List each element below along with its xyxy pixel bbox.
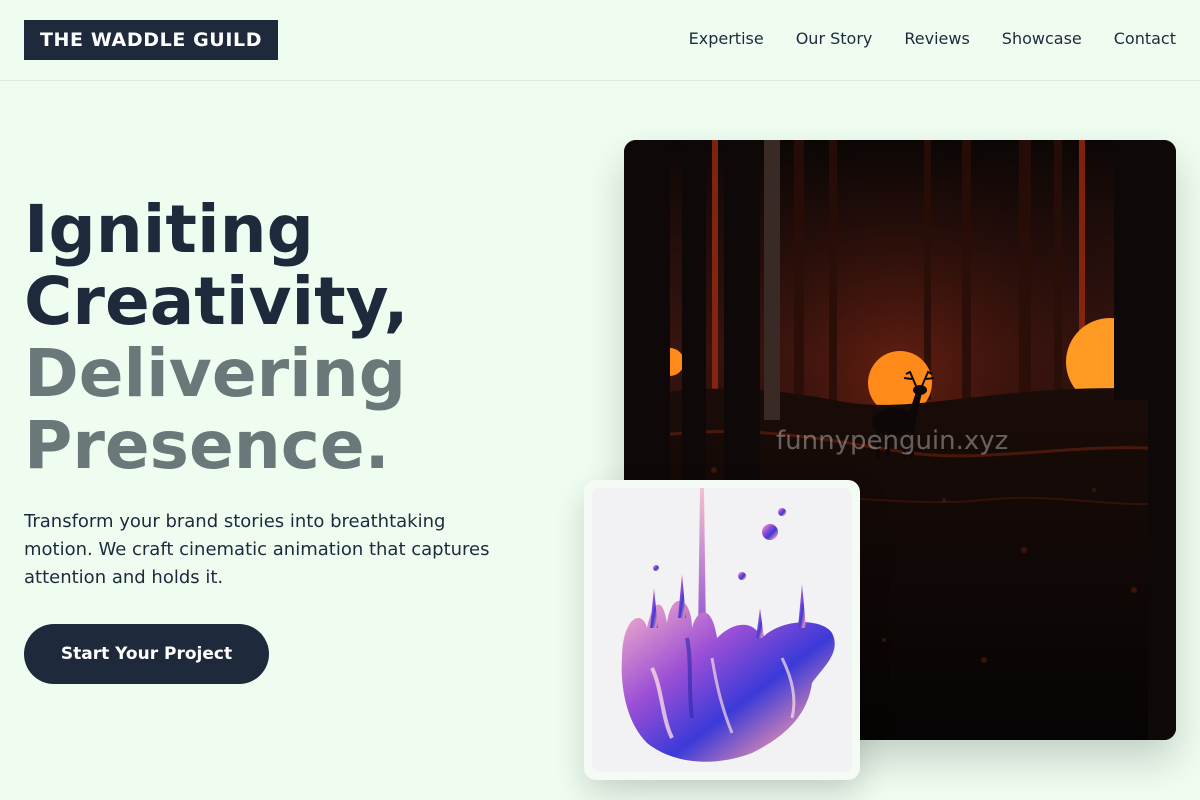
site-header: THE WADDLE GUILD Expertise Our Story Rev… (0, 0, 1200, 81)
hero-title-line-4: Presence. (24, 407, 390, 484)
nav-link-reviews[interactable]: Reviews (904, 28, 969, 50)
hero-title-line-1: Igniting (24, 191, 314, 268)
start-project-button[interactable]: Start Your Project (24, 624, 269, 684)
nav-link-showcase[interactable]: Showcase (1002, 28, 1082, 50)
hero-title-line-2: Creativity, (24, 263, 409, 340)
hero-title-line-3: Delivering (24, 335, 406, 412)
nav-link-our-story[interactable]: Our Story (796, 28, 873, 50)
liquid-sculpture-image (592, 488, 852, 772)
hero-title: Igniting Creativity, Delivering Presence… (24, 194, 409, 482)
liquid-sculpture-card (584, 480, 860, 780)
brand-logo[interactable]: THE WADDLE GUILD (24, 20, 279, 60)
nav-link-expertise[interactable]: Expertise (689, 28, 764, 50)
nav-link-contact[interactable]: Contact (1114, 28, 1176, 50)
hero-subtitle: Transform your brand stories into breath… (24, 511, 490, 588)
main-nav: Expertise Our Story Reviews Showcase Con… (689, 28, 1176, 50)
